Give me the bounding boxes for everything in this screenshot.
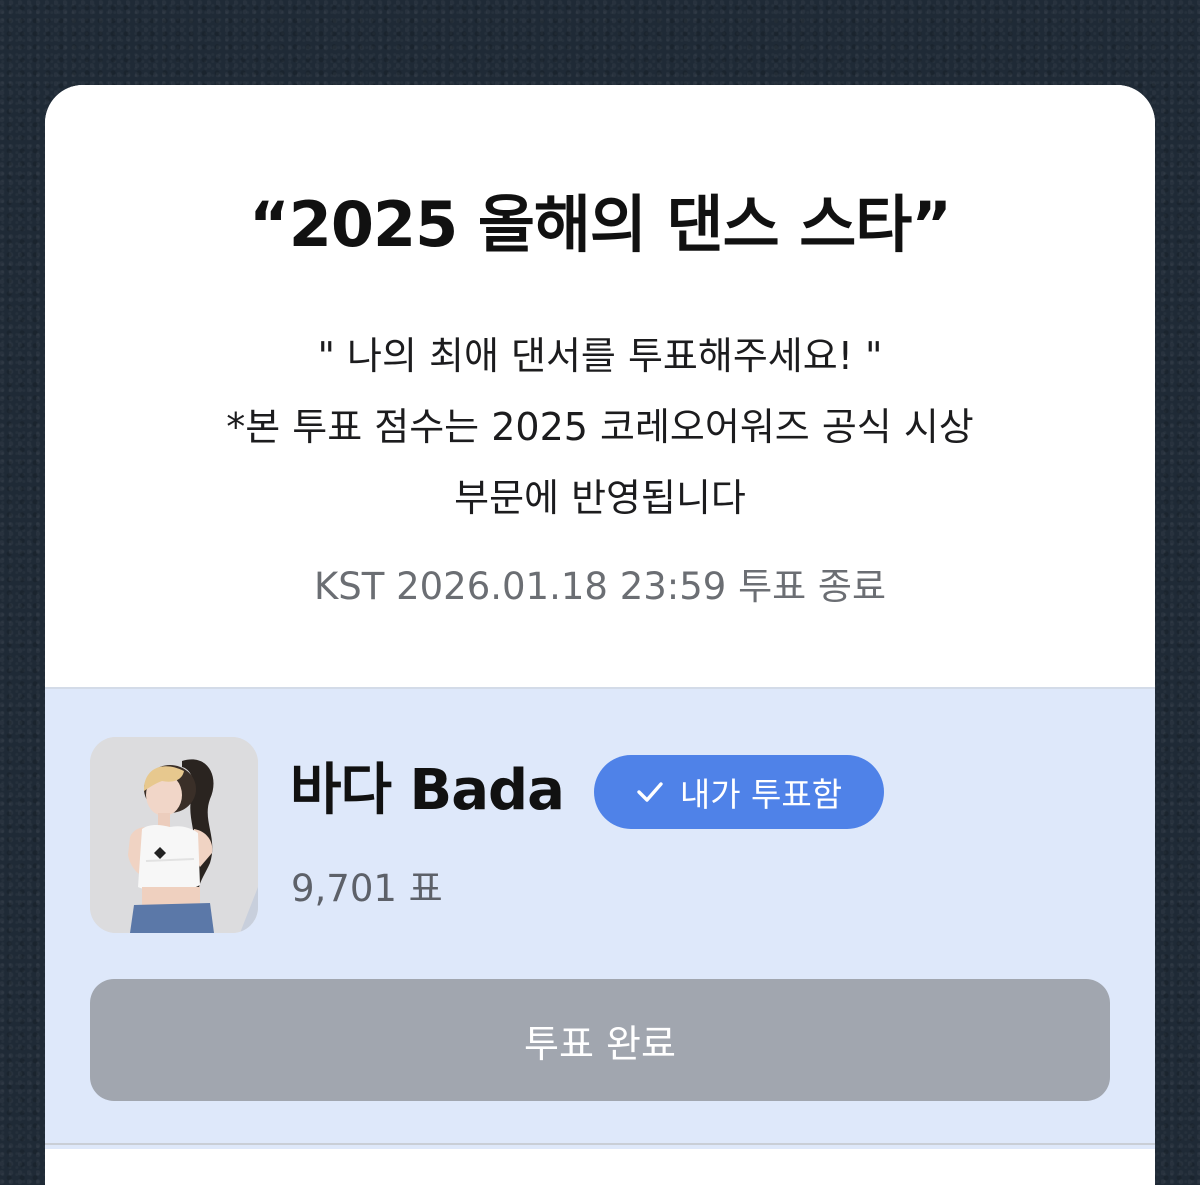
vote-complete-button[interactable]: 투표 완료 bbox=[90, 979, 1110, 1101]
check-icon bbox=[637, 782, 663, 802]
poll-header: “2025 올해의 댄스 스타” " 나의 최애 댄서를 투표해주세요! " *… bbox=[45, 85, 1155, 687]
poll-description: " 나의 최애 댄서를 투표해주세요! " *본 투표 점수는 2025 코레오… bbox=[105, 321, 1095, 534]
poll-title: “2025 올해의 댄스 스타” bbox=[248, 188, 952, 261]
candidate-panel: 바다 Bada 내가 투표함 9,701 표 투표 완료 bbox=[45, 687, 1155, 1149]
voted-badge-label: 내가 투표함 bbox=[679, 775, 843, 814]
poll-description-line: 부문에 반영됩니다 bbox=[454, 476, 746, 520]
divider bbox=[45, 1143, 1155, 1145]
poll-deadline: KST 2026.01.18 23:59 투표 종료 bbox=[313, 565, 887, 608]
poll-card: “2025 올해의 댄스 스타” " 나의 최애 댄서를 투표해주세요! " *… bbox=[45, 85, 1155, 1185]
poll-description-line: *본 투표 점수는 2025 코레오어워즈 공식 시상 bbox=[226, 405, 974, 449]
poll-description-line: " 나의 최애 댄서를 투표해주세요! " bbox=[317, 334, 883, 378]
candidate-avatar bbox=[90, 737, 258, 933]
voted-badge: 내가 투표함 bbox=[594, 755, 884, 829]
candidate-name: 바다 Bada bbox=[290, 758, 565, 823]
vote-count: 9,701 표 bbox=[291, 867, 443, 910]
candidate-photo bbox=[90, 737, 258, 933]
